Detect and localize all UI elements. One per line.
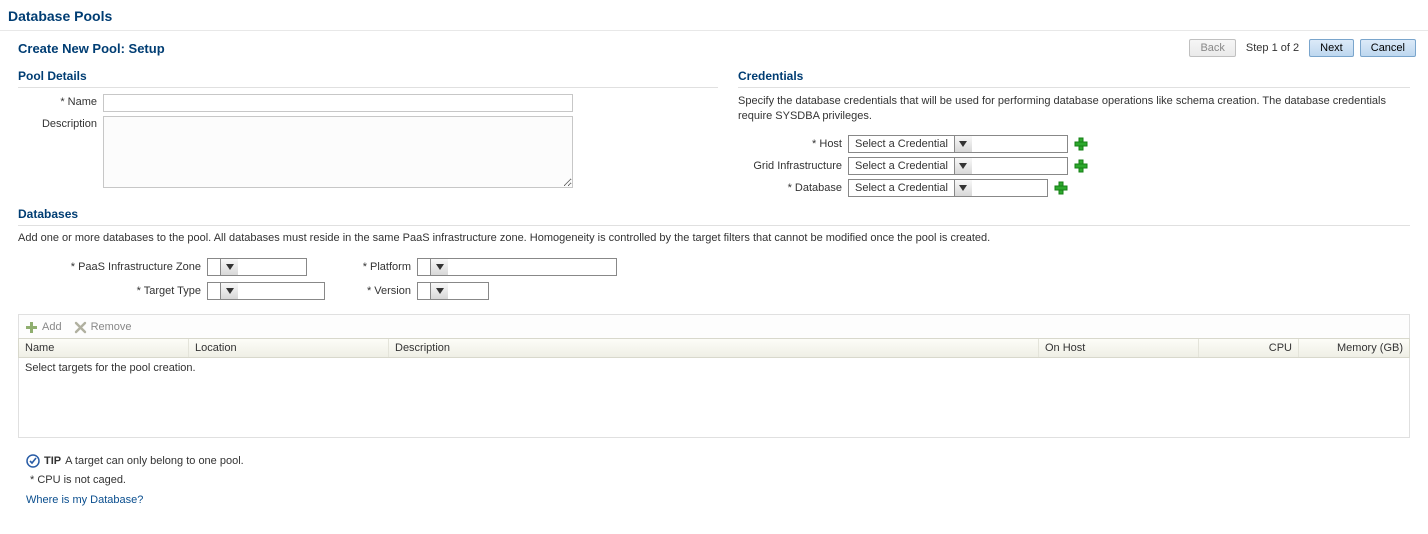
chevron-down-icon[interactable] <box>430 283 448 299</box>
description-textarea[interactable] <box>103 116 573 188</box>
tip-label: TIP <box>44 455 61 467</box>
x-icon <box>74 321 87 334</box>
platform-label: Platform <box>355 261 417 273</box>
add-grid-credential-icon[interactable] <box>1074 159 1088 173</box>
plus-icon <box>25 321 38 334</box>
add-database-credential-icon[interactable] <box>1054 181 1068 195</box>
target-type-label: Target Type <box>32 285 207 297</box>
name-label: Name <box>18 94 103 108</box>
platform-select[interactable] <box>417 258 617 276</box>
databases-header: Databases <box>18 205 1410 226</box>
databases-description: Add one or more databases to the pool. A… <box>18 232 1410 244</box>
col-memory[interactable]: Memory (GB) <box>1299 339 1409 357</box>
chevron-down-icon[interactable] <box>220 283 238 299</box>
table-toolbar: Add Remove <box>18 314 1410 338</box>
target-type-select[interactable] <box>207 282 325 300</box>
cancel-button[interactable]: Cancel <box>1360 39 1416 57</box>
col-on-host[interactable]: On Host <box>1039 339 1199 357</box>
zone-label: PaaS Infrastructure Zone <box>32 261 207 273</box>
page-title: Database Pools <box>0 0 1428 31</box>
remove-button[interactable]: Remove <box>74 321 132 334</box>
zone-select[interactable] <box>207 258 307 276</box>
col-location[interactable]: Location <box>189 339 389 357</box>
version-select[interactable] <box>417 282 489 300</box>
chevron-down-icon[interactable] <box>220 259 238 275</box>
table-body: Select targets for the pool creation. <box>18 358 1410 438</box>
chevron-down-icon[interactable] <box>954 180 972 196</box>
next-button[interactable]: Next <box>1309 39 1354 57</box>
add-button[interactable]: Add <box>25 321 62 334</box>
where-is-my-database-link[interactable]: Where is my Database? <box>26 494 1410 506</box>
grid-label: Grid Infrastructure <box>738 160 848 172</box>
chevron-down-icon[interactable] <box>954 136 972 152</box>
version-label: Version <box>355 285 417 297</box>
pool-details-header: Pool Details <box>18 67 718 88</box>
chevron-down-icon[interactable] <box>954 158 972 174</box>
database-cred-label: Database <box>738 182 848 194</box>
host-credential-select[interactable]: Select a Credential <box>848 135 1068 153</box>
chevron-down-icon[interactable] <box>430 259 448 275</box>
table-header-row: Name Location Description On Host CPU Me… <box>18 338 1410 358</box>
page-subtitle: Create New Pool: Setup <box>18 41 165 56</box>
add-host-credential-icon[interactable] <box>1074 137 1088 151</box>
host-label: Host <box>738 138 848 150</box>
credentials-description: Specify the database credentials that wi… <box>738 94 1410 125</box>
table-empty-text: Select targets for the pool creation. <box>25 362 196 374</box>
wizard-nav: Back Step 1 of 2 Next Cancel <box>1189 39 1416 57</box>
tip-text: A target can only belong to one pool. <box>65 455 244 467</box>
grid-credential-select[interactable]: Select a Credential <box>848 157 1068 175</box>
description-label: Description <box>18 116 103 130</box>
col-cpu[interactable]: CPU <box>1199 339 1299 357</box>
step-indicator: Step 1 of 2 <box>1242 42 1303 54</box>
database-credential-select[interactable]: Select a Credential <box>848 179 1048 197</box>
tip-icon <box>26 454 40 468</box>
credentials-header: Credentials <box>738 67 1410 88</box>
col-description[interactable]: Description <box>389 339 1039 357</box>
cpu-footnote: * CPU is not caged. <box>30 474 1410 486</box>
col-name[interactable]: Name <box>19 339 189 357</box>
name-input[interactable] <box>103 94 573 112</box>
back-button[interactable]: Back <box>1189 39 1235 57</box>
